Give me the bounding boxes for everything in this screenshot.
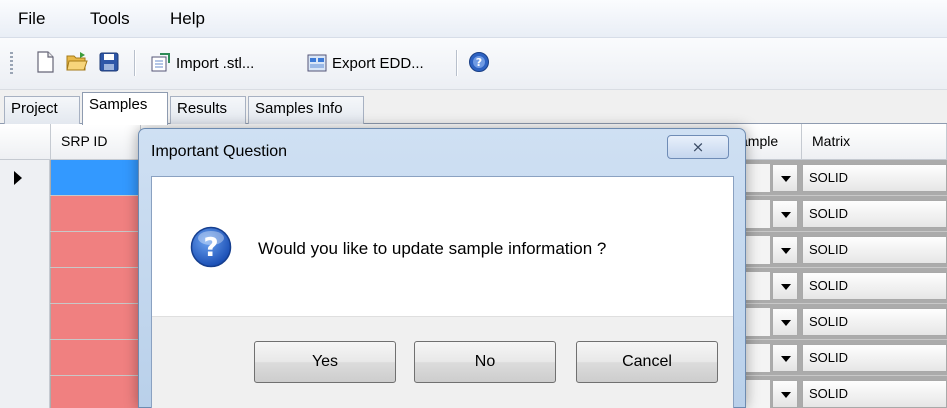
srp-id-cell[interactable] <box>51 304 141 339</box>
dialog-body: ? Would you like to update sample inform… <box>151 176 734 408</box>
export-icon <box>307 54 327 72</box>
sample-dropdown-button[interactable] <box>772 380 798 408</box>
toolbar-grip[interactable] <box>10 52 13 74</box>
srp-id-cell[interactable] <box>51 160 141 195</box>
menu-help[interactable]: Help <box>170 9 205 29</box>
sample-dropdown-button[interactable] <box>772 236 798 264</box>
important-question-dialog: Important Question ⨯ ? Would you like to… <box>138 128 746 408</box>
import-icon <box>151 53 170 72</box>
menu-file[interactable]: File <box>18 9 45 29</box>
sample-dropdown-button[interactable] <box>772 308 798 336</box>
save-disk-icon[interactable] <box>98 51 120 73</box>
tab-results[interactable]: Results <box>170 96 246 124</box>
row-header[interactable] <box>0 232 50 268</box>
srp-id-cell[interactable] <box>51 268 141 303</box>
sample-dropdown-button[interactable] <box>772 272 798 300</box>
sample-dropdown-button[interactable] <box>772 200 798 228</box>
open-folder-icon[interactable] <box>66 51 88 73</box>
dialog-message: Would you like to update sample informat… <box>258 239 607 258</box>
row-header[interactable] <box>0 196 50 232</box>
tab-project[interactable]: Project <box>4 96 80 124</box>
matrix-cell[interactable]: SOLID <box>802 236 947 264</box>
sample-dropdown-button[interactable] <box>772 344 798 372</box>
question-icon: ? <box>190 226 232 268</box>
sample-dropdown-button[interactable] <box>772 164 798 192</box>
column-header-matrix[interactable]: Matrix <box>802 124 947 160</box>
row-header[interactable] <box>0 340 50 376</box>
import-stl-button[interactable]: Import .stl... <box>150 51 254 75</box>
matrix-cell[interactable]: SOLID <box>802 272 947 300</box>
toolbar-separator <box>456 50 457 76</box>
toolbar-separator <box>134 50 135 76</box>
row-header-corner <box>0 124 51 160</box>
tab-samples-info[interactable]: Samples Info <box>248 96 364 124</box>
menu-bar: File Tools Help <box>0 0 947 38</box>
tab-samples[interactable]: Samples <box>82 92 168 125</box>
current-row-pointer-icon <box>14 171 22 185</box>
cancel-button[interactable]: Cancel <box>576 341 718 383</box>
srp-id-cell[interactable] <box>51 232 141 267</box>
menu-tools[interactable]: Tools <box>90 9 130 29</box>
column-header-srp-id[interactable]: SRP ID <box>51 124 141 160</box>
matrix-cell[interactable]: SOLID <box>802 308 947 336</box>
close-icon: ⨯ <box>691 139 705 156</box>
matrix-cell[interactable]: SOLID <box>802 164 947 192</box>
export-edd-button[interactable]: Export EDD... <box>306 51 424 75</box>
matrix-cell[interactable]: SOLID <box>802 200 947 228</box>
row-header[interactable] <box>0 304 50 340</box>
dialog-button-row: Yes No Cancel <box>152 316 733 408</box>
row-header[interactable] <box>0 160 50 196</box>
no-button[interactable]: No <box>414 341 556 383</box>
srp-id-cell[interactable] <box>51 196 141 231</box>
row-header[interactable] <box>0 376 50 408</box>
matrix-cell[interactable]: SOLID <box>802 344 947 372</box>
close-button[interactable]: ⨯ <box>667 135 729 159</box>
svg-text:?: ? <box>203 233 218 263</box>
svg-text:?: ? <box>476 56 482 69</box>
dialog-title: Important Question <box>151 143 288 160</box>
row-header[interactable] <box>0 268 50 304</box>
yes-button[interactable]: Yes <box>254 341 396 383</box>
tab-strip: Project Samples Results Samples Info <box>0 90 947 125</box>
help-circle-icon[interactable]: ? <box>468 51 490 73</box>
srp-id-cell[interactable] <box>51 340 141 375</box>
import-stl-label: Import .stl... <box>176 54 255 72</box>
srp-id-cell[interactable] <box>51 376 141 408</box>
new-document-icon[interactable] <box>34 51 56 73</box>
export-edd-label: Export EDD... <box>332 54 424 72</box>
toolbar: Import .stl... Export EDD... ? <box>0 38 947 90</box>
matrix-cell[interactable]: SOLID <box>802 380 947 408</box>
